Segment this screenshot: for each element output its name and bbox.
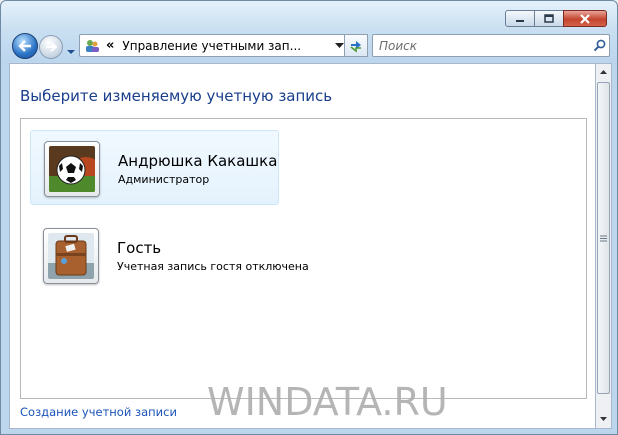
- account-role: Учетная запись гостя отключена: [117, 260, 309, 273]
- avatar: [43, 228, 99, 284]
- chevron-down-icon: [334, 42, 344, 48]
- content-pane: Выберите изменяемую учетную запись Андрю…: [9, 63, 595, 429]
- arrow-left-icon: [18, 40, 31, 52]
- recent-pages-button[interactable]: [66, 42, 76, 54]
- scroll-up-button[interactable]: [596, 64, 611, 80]
- scroll-down-button[interactable]: [596, 411, 611, 427]
- maximize-button[interactable]: [534, 10, 564, 27]
- arrow-right-icon: [46, 42, 57, 52]
- soccer-ball-icon: [49, 146, 95, 192]
- grip-icon: [600, 235, 607, 241]
- suitcase-icon: [48, 233, 94, 279]
- search-button[interactable]: [589, 39, 609, 52]
- back-button[interactable]: [12, 33, 38, 59]
- create-account-link[interactable]: Создание учетной записи: [20, 405, 177, 419]
- search-input[interactable]: [373, 37, 589, 54]
- control-panel-window: « Управление учетными зап... Выберите из…: [0, 0, 618, 435]
- maximize-icon: [544, 14, 554, 23]
- arrow-up-icon: [600, 70, 607, 74]
- chevron-down-icon: [67, 50, 75, 54]
- refresh-button[interactable]: [344, 34, 368, 57]
- vertical-scrollbar[interactable]: [595, 63, 612, 429]
- caption-buttons: [505, 10, 607, 27]
- forward-button[interactable]: [39, 35, 63, 59]
- close-button[interactable]: [563, 10, 607, 27]
- minimize-button[interactable]: [505, 10, 535, 27]
- account-list: Андрюшка Какашка Администратор Гость Уче…: [20, 118, 587, 399]
- navigation-bar: « Управление учетными зап...: [9, 31, 611, 61]
- close-icon: [580, 13, 590, 24]
- search-icon: [593, 39, 605, 52]
- account-tile-administrator[interactable]: Андрюшка Какашка Администратор: [30, 130, 279, 205]
- scroll-thumb[interactable]: [597, 82, 610, 394]
- minimize-icon: [516, 19, 524, 22]
- users-control-panel-icon: [86, 39, 99, 52]
- account-name: Андрюшка Какашка: [118, 152, 278, 170]
- address-bar[interactable]: « Управление учетными зап...: [79, 34, 348, 57]
- address-path[interactable]: Управление учетными зап...: [122, 39, 331, 53]
- avatar: [44, 141, 100, 197]
- arrow-down-icon: [600, 417, 607, 421]
- page-title: Выберите изменяемую учетную запись: [20, 87, 333, 105]
- account-name: Гость: [117, 239, 162, 257]
- account-role: Администратор: [118, 173, 210, 186]
- address-overflow-chevron[interactable]: «: [106, 38, 114, 53]
- refresh-icon: [350, 40, 361, 53]
- account-tile-guest[interactable]: Гость Учетная запись гостя отключена: [30, 218, 309, 293]
- watermark: WINDATA.RU: [207, 380, 448, 424]
- search-box[interactable]: [372, 34, 610, 57]
